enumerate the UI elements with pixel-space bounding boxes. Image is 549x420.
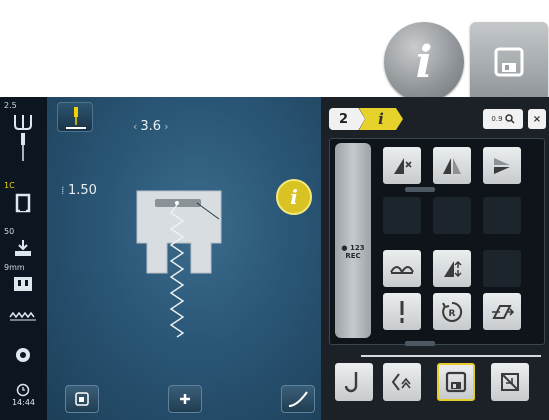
needle-position-item[interactable]: 2.5 [0, 101, 47, 161]
row-divider-handle [405, 187, 435, 192]
delete-button[interactable] [491, 363, 529, 401]
display-mode-icon [75, 392, 89, 406]
feed-dog-icon [14, 277, 32, 291]
info-icon: i [290, 185, 298, 209]
mirror-vertical-button[interactable] [483, 147, 521, 184]
needle-stop-icon [14, 115, 32, 130]
mirror-horizontal-button[interactable] [433, 147, 471, 184]
sewing-machine-ui: i 2.5 1C 50 9mm 14:44 ‹ 3.6 › ⁞ 1.50 i 2… [0, 0, 549, 420]
memory-column[interactable] [335, 143, 371, 338]
save-button[interactable] [470, 22, 548, 102]
stitch-length-adjust-icon [444, 260, 462, 277]
back-step-button[interactable] [383, 363, 421, 401]
display-mode-button[interactable] [65, 385, 99, 413]
empty-slot [383, 197, 421, 234]
breadcrumb-step-info[interactable]: i [359, 108, 403, 130]
pattern-extend-button[interactable] [483, 293, 521, 330]
presser-foot-preview [136, 190, 222, 338]
rec-button[interactable]: ● 123 REC [335, 244, 371, 273]
presser-foot-icon [15, 193, 31, 213]
add-stitch-button[interactable] [168, 385, 202, 413]
divider-line [361, 355, 541, 357]
info-button[interactable]: i [384, 22, 464, 102]
stitch-width-value: 3.6 [140, 119, 162, 134]
feed-dog-setting[interactable]: 9mm [0, 263, 47, 299]
mirror-vertical-icon [494, 157, 510, 174]
presser-pressure-setting[interactable]: 50 [0, 227, 47, 263]
svg-text:R: R [449, 309, 456, 319]
close-button[interactable]: × [528, 109, 546, 129]
magnifier-icon [504, 114, 515, 124]
breadcrumb: 2 i [329, 108, 403, 130]
pattern-extend-icon [492, 304, 514, 319]
needle-position-value: 2.5 [4, 101, 17, 110]
row-divider-handle [405, 341, 435, 346]
tie-off-icon [345, 372, 358, 393]
empty-slot [483, 197, 521, 234]
delete-icon [501, 373, 519, 391]
stitch-length-readout[interactable]: ⁞ 1.50 [61, 183, 97, 198]
edit-stitch-button[interactable] [281, 385, 315, 413]
feed-value: 9mm [4, 263, 25, 272]
clock-time: 14:44 [11, 398, 36, 407]
presser-value: 50 [4, 227, 15, 236]
save-icon [494, 47, 524, 77]
rotate-icon: R [442, 301, 463, 322]
machine-screen: 2.5 1C 50 9mm 14:44 ‹ 3.6 › ⁞ 1.50 i 2 i… [0, 97, 549, 420]
clock-icon [16, 383, 30, 397]
empty-slot [483, 250, 521, 287]
balance-icon [390, 265, 414, 274]
info-icon: i [415, 36, 433, 88]
empty-slot [433, 197, 471, 234]
info-icon: i [378, 110, 384, 128]
needle-stop-setting[interactable]: 1C [0, 181, 47, 217]
rotate-button[interactable]: R [433, 293, 471, 330]
width-increase-icon[interactable]: › [164, 120, 168, 133]
plus-icon [180, 394, 190, 404]
bobbin-icon[interactable] [11, 345, 35, 365]
edit-curve-icon [288, 391, 308, 407]
pattern-end-icon [400, 300, 404, 323]
presser-pressure-icon [15, 240, 31, 256]
stitch-width-mirror-button[interactable] [383, 147, 421, 184]
tie-off-button[interactable] [335, 363, 373, 401]
breadcrumb-step-1[interactable]: 2 [329, 108, 365, 130]
balance-button[interactable] [383, 250, 421, 287]
width-decrease-icon[interactable]: ‹ [133, 120, 137, 133]
status-sidebar: 2.5 1C 50 9mm 14:44 [0, 97, 47, 420]
rec-label: REC [345, 251, 361, 260]
pattern-end-button[interactable] [383, 293, 421, 330]
memory-save-icon [445, 371, 467, 393]
stitch-length-icon: ⁞ [61, 184, 68, 197]
stitch-info-button[interactable]: i [276, 179, 312, 215]
stitch-view: ‹ 3.6 › ⁞ 1.50 i [47, 97, 321, 420]
mirror-horizontal-icon [443, 157, 461, 174]
memory-save-button[interactable] [437, 363, 475, 401]
stitch-width-icon [394, 157, 412, 174]
info-panel: 2 i 0.9 × ● 123 REC R [321, 97, 549, 420]
zoom-value: 0.9 [491, 115, 503, 123]
back-step-icon [391, 373, 411, 391]
stitch-pattern-icon[interactable] [8, 307, 38, 327]
stitch-length-button[interactable] [433, 250, 471, 287]
position-value: 1C [4, 181, 15, 190]
zoom-button[interactable]: 0.9 [483, 109, 523, 129]
stitch-width-readout[interactable]: ‹ 3.6 › [130, 119, 172, 134]
stitch-length-value: 1.50 [68, 183, 97, 198]
needle-position-icon [66, 107, 86, 129]
needle-icon [21, 133, 25, 161]
needle-position-button[interactable] [57, 102, 93, 132]
